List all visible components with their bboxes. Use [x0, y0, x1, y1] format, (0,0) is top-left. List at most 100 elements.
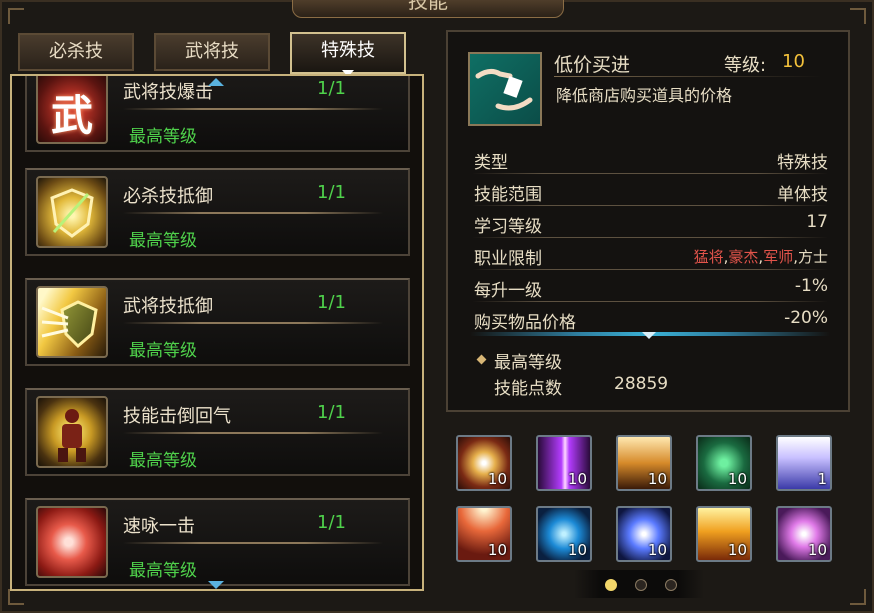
scroll-down-arrow-icon[interactable] — [208, 581, 224, 589]
stat-value-classes: 猛将,豪杰,军师,方士 — [694, 246, 828, 267]
skill-card[interactable]: 武将技抵御 1/1 最高等级 — [25, 278, 410, 366]
divider — [472, 237, 828, 238]
stat-value: 单体技 — [777, 185, 828, 205]
tab-special-skills-label: 特殊技 — [321, 40, 375, 61]
class-name: 猛将 — [693, 248, 724, 266]
page-dot-2[interactable] — [635, 579, 647, 591]
divider — [554, 76, 822, 77]
golden-shield-icon-graphic — [50, 188, 94, 238]
skill-status: 最高等级 — [129, 561, 197, 581]
skill-count: 10 — [647, 541, 667, 559]
window-title: 技能 — [408, 0, 448, 13]
diamond-bullet-icon — [476, 354, 487, 365]
radiant-shield-icon-graphic — [41, 300, 98, 349]
staff-sparkle-icon[interactable]: 10 — [616, 506, 672, 562]
fire-spikes-icon[interactable]: 10 — [616, 435, 672, 491]
gem-elements-icon[interactable]: 10 — [696, 435, 752, 491]
divider — [123, 432, 383, 434]
tab-general-skills[interactable]: 武将技 — [154, 33, 270, 71]
skill-status: 最高等级 — [129, 451, 197, 471]
skills-window: 技能 必杀技 武将技 特殊技 武 武将技爆击 1/1 最高等级 必杀技抵御 1/… — [0, 0, 874, 613]
skill-count: 10 — [567, 541, 587, 559]
corner-ornament — [8, 589, 24, 605]
skill-name: 必杀技抵御 — [123, 186, 213, 207]
skill-card[interactable]: 速咏一击 1/1 最高等级 — [25, 498, 410, 586]
stat-row-type: 类型 特殊技 — [472, 144, 828, 174]
skill-detail-panel: 低价买进 等级: 10 降低商店购买道具的价格 类型 特殊技 技能范围 单体技 … — [446, 30, 850, 412]
purple-pillar-icon[interactable]: 10 — [536, 435, 592, 491]
stat-row-per-level: 每升一级 -1% — [472, 272, 828, 302]
skill-count: 10 — [487, 470, 507, 488]
pink-explosion-icon[interactable]: 10 — [776, 506, 832, 562]
card-exchange-icon — [468, 52, 542, 126]
skill-level: 1/1 — [317, 402, 346, 423]
skill-status: 最高等级 — [129, 231, 197, 251]
skill-status: 最高等级 — [129, 127, 197, 147]
scroll-up-arrow-icon[interactable] — [208, 78, 224, 86]
stat-row-class-limit: 职业限制 猛将,豪杰,军师,方士 — [472, 240, 828, 270]
radiant-shield-icon — [36, 286, 108, 358]
tab-ultimate-skills[interactable]: 必杀技 — [18, 33, 134, 71]
divider — [123, 212, 383, 214]
stat-row-learn-level: 学习等级 17 — [472, 208, 828, 238]
red-rays-icon[interactable]: 10 — [456, 506, 512, 562]
skill-card[interactable]: 必杀技抵御 1/1 最高等级 — [25, 168, 410, 256]
blue-swirl-icon[interactable]: 10 — [536, 506, 592, 562]
corner-ornament — [8, 8, 24, 24]
stat-key: 类型 — [474, 153, 508, 173]
page-dot-1[interactable] — [605, 579, 617, 591]
dancing-figure-icon[interactable]: 1 — [776, 435, 832, 491]
stat-key: 职业限制 — [474, 249, 542, 269]
warrior-figure-graphic — [58, 409, 86, 462]
skill-list[interactable]: 武 武将技爆击 1/1 最高等级 必杀技抵御 1/1 最高等级 武将技抵御 1/… — [10, 74, 424, 591]
sword-spirit-icon[interactable]: 10 — [456, 435, 512, 491]
skill-level: 1/1 — [317, 292, 346, 313]
golden-shield-icon — [36, 176, 108, 248]
stat-value: -1% — [794, 276, 828, 296]
stat-key: 技能范围 — [474, 185, 542, 205]
golden-flames-icon[interactable]: 10 — [696, 506, 752, 562]
skill-level: 1/1 — [317, 512, 346, 533]
max-level-label: 最高等级 — [494, 353, 562, 373]
skill-name: 武将技爆击 — [123, 82, 213, 103]
skill-name: 武将技抵御 — [123, 296, 213, 317]
card-exchange-graphic — [475, 68, 533, 111]
stat-key: 每升一级 — [474, 281, 542, 301]
red-burst-icon — [36, 506, 108, 578]
skill-count: 1 — [817, 470, 827, 488]
wu-character-icon: 武 — [36, 76, 108, 144]
stat-value: -20% — [784, 308, 828, 328]
skill-points-label: 技能点数 — [494, 379, 562, 399]
skill-count: 10 — [487, 541, 507, 559]
divider — [123, 322, 383, 324]
tab-special-skills[interactable]: 特殊技 — [290, 32, 406, 77]
stat-value: 17 — [806, 212, 828, 232]
stat-key: 购买物品价格 — [474, 313, 576, 333]
divider — [472, 301, 828, 302]
divider — [123, 542, 383, 544]
stat-key: 学习等级 — [474, 217, 542, 237]
skill-card[interactable]: 技能击倒回气 1/1 最高等级 — [25, 388, 410, 476]
divider — [472, 173, 828, 174]
divider — [472, 269, 828, 270]
class-name: ,方士 — [793, 248, 828, 266]
stat-value: 特殊技 — [777, 153, 828, 173]
divider — [123, 108, 383, 110]
wu-character-glyph: 武 — [50, 91, 93, 140]
corner-ornament — [850, 8, 866, 24]
warrior-aura-icon — [36, 396, 108, 468]
window-title-plate: 技能 — [292, 0, 564, 18]
detail-scroll-down-arrow-icon[interactable] — [642, 332, 656, 339]
skill-name: 技能击倒回气 — [123, 406, 231, 427]
corner-ornament — [850, 589, 866, 605]
skill-name: 速咏一击 — [123, 516, 195, 537]
detail-skill-name: 低价买进 — [554, 54, 631, 76]
skill-count: 10 — [727, 541, 747, 559]
stat-row-purchase-price: 购买物品价格 -20% — [472, 304, 828, 334]
pagination-bar — [574, 570, 704, 598]
detail-level-label: 等级: — [724, 55, 767, 76]
class-name: 军师 — [763, 248, 794, 266]
page-dot-3[interactable] — [665, 579, 677, 591]
skill-count: 10 — [807, 541, 827, 559]
skill-points-value: 28859 — [614, 374, 669, 394]
